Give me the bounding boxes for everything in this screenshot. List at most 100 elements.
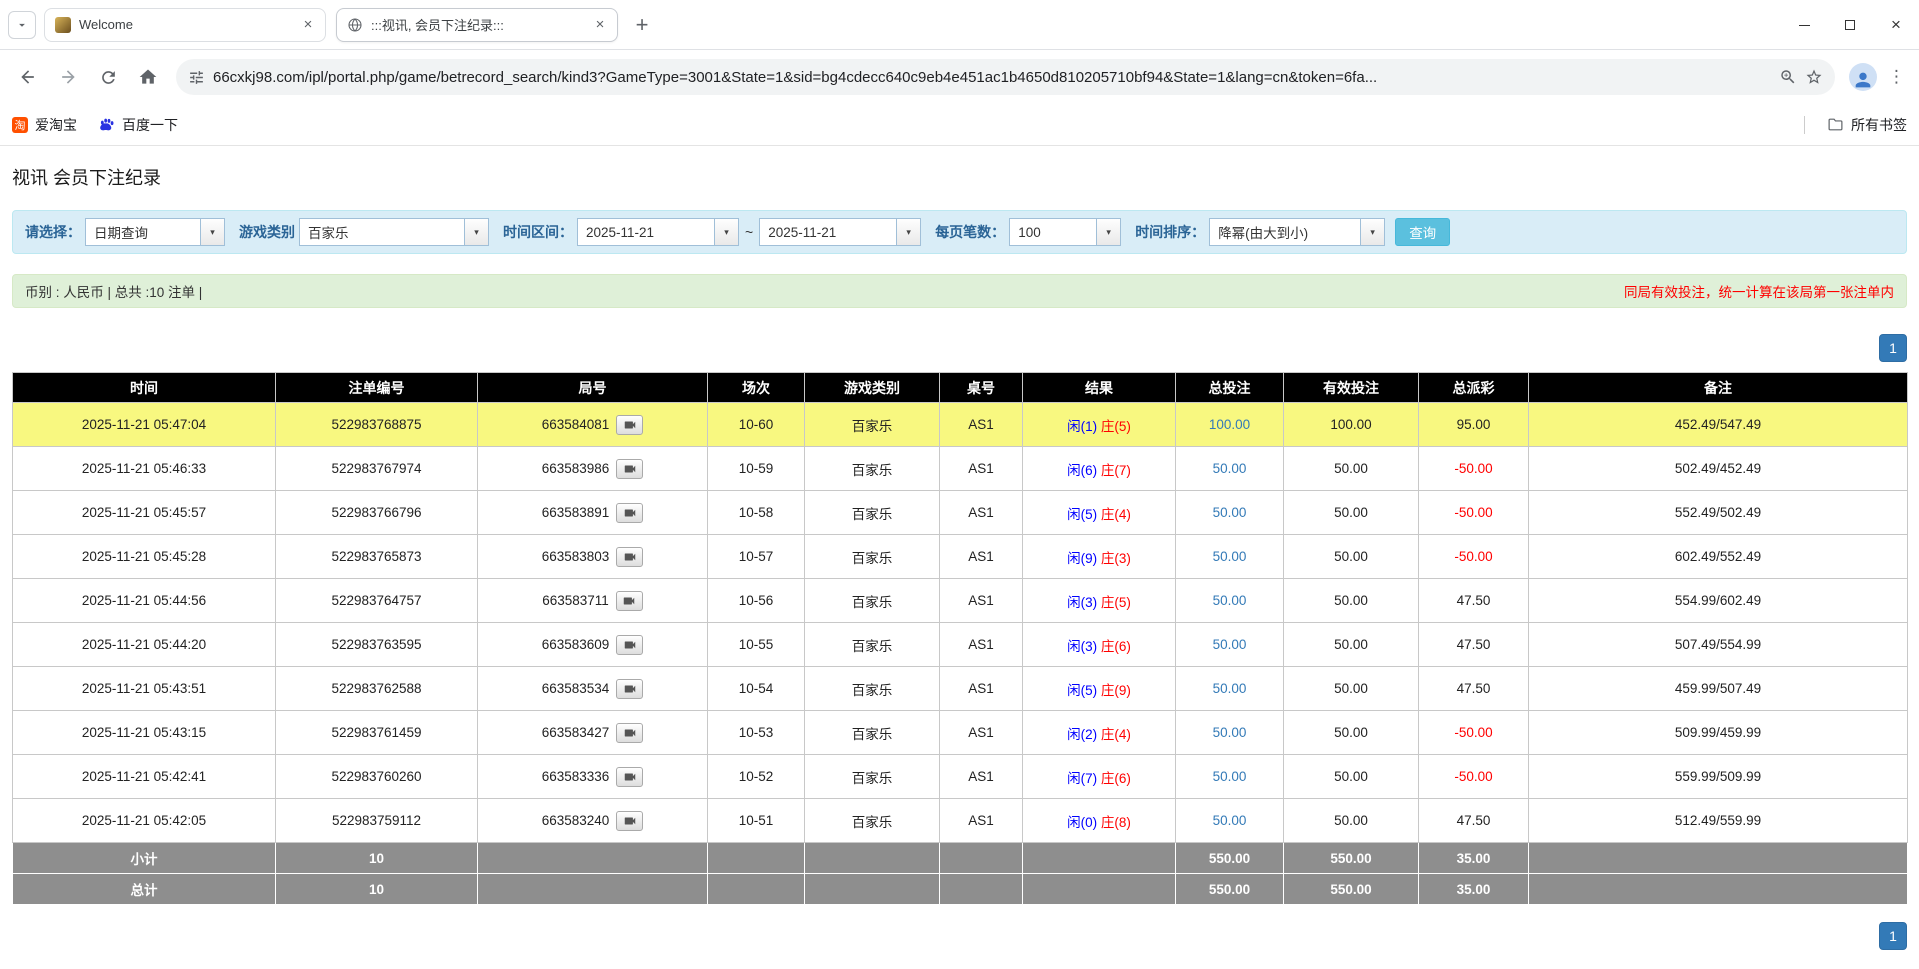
total-bet-link[interactable]: 50.00 (1213, 549, 1247, 564)
url-text[interactable]: 66cxkj98.com/ipl/portal.php/game/betreco… (213, 69, 1771, 86)
player-result: 闲(3) (1067, 595, 1097, 610)
game-type-cell: 百家乐 (805, 667, 940, 711)
browser-menu-button[interactable]: ⋮ (1885, 63, 1909, 91)
player-result: 闲(9) (1067, 551, 1097, 566)
bookmark-taobao[interactable]: 淘 爱淘宝 (12, 115, 77, 135)
home-button[interactable] (130, 59, 166, 95)
banker-result: 庄(5) (1101, 595, 1131, 610)
video-replay-button[interactable] (616, 591, 643, 611)
column-header: 备注 (1529, 373, 1908, 403)
close-window-button[interactable]: × (1873, 0, 1919, 50)
query-type-select[interactable]: 日期查询 ▾ (85, 218, 225, 246)
game-type-cell: 百家乐 (805, 535, 940, 579)
date-to-select[interactable]: 2025-11-21 ▾ (759, 218, 921, 246)
site-settings-tune-icon[interactable] (188, 69, 205, 86)
table-row: 2025-11-21 05:42:41522983760260663583336… (13, 755, 1908, 799)
close-tab-icon[interactable]: × (299, 16, 317, 34)
payout-cell: -50.00 (1419, 491, 1529, 535)
total-bet-cell: 50.00 (1176, 755, 1284, 799)
table-no-cell: AS1 (940, 579, 1023, 623)
banker-result: 庄(9) (1101, 683, 1131, 698)
camera-icon (623, 726, 637, 740)
total-bet-link[interactable]: 50.00 (1213, 593, 1247, 608)
video-replay-button[interactable] (616, 459, 643, 479)
bookmark-baidu[interactable]: 百度一下 (99, 115, 178, 135)
profile-avatar[interactable] (1849, 63, 1877, 91)
video-replay-button[interactable] (616, 415, 643, 435)
table-header-row: 时间注单编号局号场次游戏类别桌号结果总投注有效投注总派彩备注 (13, 373, 1908, 403)
valid-bet-cell: 50.00 (1284, 447, 1419, 491)
video-replay-button[interactable] (616, 811, 643, 831)
chevron-down-icon[interactable]: ▾ (464, 219, 488, 245)
game-type-select[interactable]: 百家乐 ▾ (299, 218, 489, 246)
subtotal-label: 小计 (13, 843, 276, 874)
tab-betrecord[interactable]: :::视讯, 会员下注纪录::: × (336, 8, 618, 42)
maximize-button[interactable] (1827, 0, 1873, 50)
search-button[interactable]: 查询 (1395, 218, 1450, 246)
total-bet-cell: 50.00 (1176, 799, 1284, 843)
forward-button[interactable] (50, 59, 86, 95)
all-bookmarks-button[interactable]: 所有书签 (1827, 115, 1907, 135)
camera-icon (623, 682, 637, 696)
total-bet-link[interactable]: 50.00 (1213, 637, 1247, 652)
video-replay-button[interactable] (616, 635, 643, 655)
tab-title: Welcome (79, 17, 291, 32)
summary-bar: 币别 : 人民币 | 总共 :10 注单 | 同局有效投注，统一计算在该局第一张… (12, 274, 1907, 308)
result-cell: 闲(3) 庄(5) (1023, 579, 1176, 623)
note-cell: 602.49/552.49 (1529, 535, 1908, 579)
chevron-down-icon[interactable]: ▾ (200, 219, 224, 245)
total-bet-cell: 50.00 (1176, 491, 1284, 535)
per-page-select[interactable]: 100 ▾ (1009, 218, 1121, 246)
time-cell: 2025-11-21 05:44:20 (13, 623, 276, 667)
chevron-down-icon[interactable]: ▾ (896, 219, 920, 245)
chevron-down-icon (15, 18, 29, 32)
player-result: 闲(6) (1067, 463, 1097, 478)
total-bet-link[interactable]: 50.00 (1213, 813, 1247, 828)
column-header: 总派彩 (1419, 373, 1529, 403)
game-type-label: 游戏类别 (239, 222, 295, 242)
back-button[interactable] (10, 59, 46, 95)
note-cell: 512.49/559.99 (1529, 799, 1908, 843)
total-bet-link[interactable]: 50.00 (1213, 681, 1247, 696)
sort-select[interactable]: 降幂(由大到小) ▾ (1209, 218, 1385, 246)
video-replay-button[interactable] (616, 503, 643, 523)
zoom-icon[interactable] (1779, 68, 1797, 86)
total-bet-link[interactable]: 50.00 (1213, 461, 1247, 476)
video-replay-button[interactable] (616, 723, 643, 743)
note-cell: 459.99/507.49 (1529, 667, 1908, 711)
grand-total-row: 总计 10 550.00 550.00 35.00 (13, 874, 1908, 905)
close-tab-icon[interactable]: × (591, 16, 609, 34)
time-cell: 2025-11-21 05:45:28 (13, 535, 276, 579)
session-cell: 10-53 (708, 711, 805, 755)
tab-search-button[interactable] (8, 11, 36, 39)
player-result: 闲(5) (1067, 683, 1097, 698)
game-type-cell: 百家乐 (805, 799, 940, 843)
browser-toolbar: 66cxkj98.com/ipl/portal.php/game/betreco… (0, 50, 1919, 104)
select-label: 请选择： (25, 222, 81, 242)
minimize-button[interactable] (1781, 0, 1827, 50)
address-bar[interactable]: 66cxkj98.com/ipl/portal.php/game/betreco… (176, 59, 1835, 95)
total-bet-cell: 50.00 (1176, 579, 1284, 623)
bookmark-star-icon[interactable] (1805, 68, 1823, 86)
column-header: 游戏类别 (805, 373, 940, 403)
camera-icon (623, 550, 637, 564)
date-from-select[interactable]: 2025-11-21 ▾ (577, 218, 739, 246)
total-bet-link[interactable]: 100.00 (1209, 417, 1250, 432)
refresh-button[interactable] (90, 59, 126, 95)
video-replay-button[interactable] (616, 767, 643, 787)
video-replay-button[interactable] (616, 679, 643, 699)
video-replay-button[interactable] (616, 547, 643, 567)
total-bet-link[interactable]: 50.00 (1213, 769, 1247, 784)
total-label: 总计 (13, 874, 276, 905)
session-cell: 10-59 (708, 447, 805, 491)
tab-welcome[interactable]: Welcome × (44, 8, 326, 42)
session-cell: 10-58 (708, 491, 805, 535)
page-1-button[interactable]: 1 (1879, 922, 1907, 950)
page-1-button[interactable]: 1 (1879, 334, 1907, 362)
total-bet-link[interactable]: 50.00 (1213, 725, 1247, 740)
chevron-down-icon[interactable]: ▾ (1360, 219, 1384, 245)
new-tab-button[interactable]: + (628, 11, 656, 39)
chevron-down-icon[interactable]: ▾ (1096, 219, 1120, 245)
total-bet-link[interactable]: 50.00 (1213, 505, 1247, 520)
chevron-down-icon[interactable]: ▾ (714, 219, 738, 245)
